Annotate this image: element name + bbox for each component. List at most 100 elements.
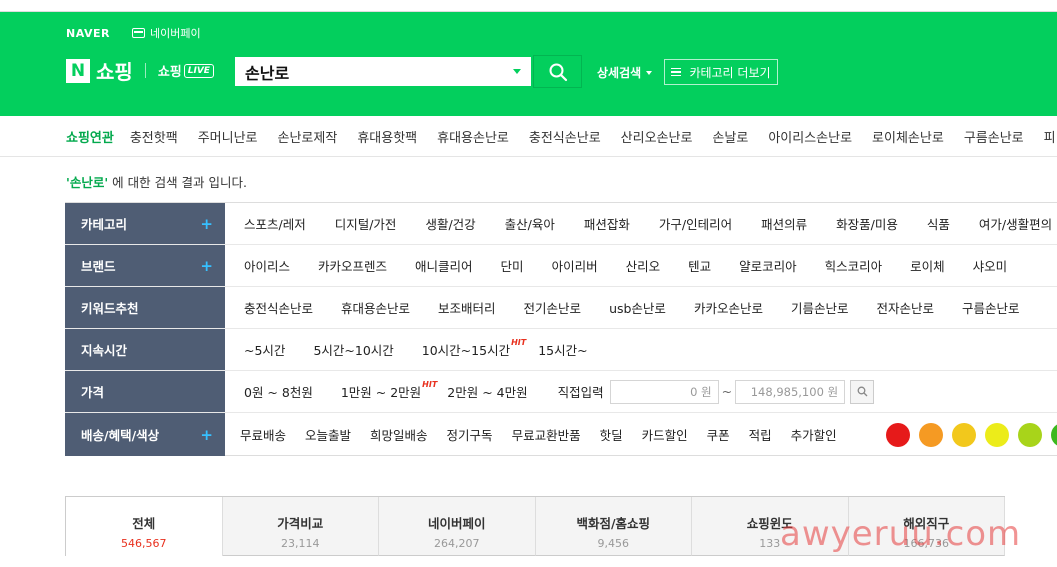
price-min-input[interactable]: 0 원 xyxy=(609,379,719,404)
naver-logo[interactable]: NAVER xyxy=(66,27,110,40)
benefit-option[interactable]: 카드할인 xyxy=(642,425,688,444)
brand-option[interactable]: 아이리버 xyxy=(552,256,598,275)
brand-option[interactable]: 카카오프렌즈 xyxy=(318,256,387,275)
tab-count: 546,567 xyxy=(121,537,167,550)
benefit-option[interactable]: 쿠폰 xyxy=(707,425,730,444)
global-nav: NAVER 네이버페이 xyxy=(66,25,201,41)
tab-label: 해외직구 xyxy=(903,516,950,531)
color-swatch[interactable] xyxy=(984,422,1009,447)
related-item[interactable]: 휴대용핫팩 xyxy=(357,127,417,146)
plus-icon[interactable]: + xyxy=(200,215,213,233)
keyword-option[interactable]: 전기손난로 xyxy=(524,298,582,317)
category-option[interactable]: 출산/육아 xyxy=(505,214,555,233)
tab-department-store[interactable]: 백화점/홈쇼핑 9,456 xyxy=(535,497,692,556)
related-item[interactable]: 아이리스손난로 xyxy=(768,127,852,146)
related-item[interactable]: 구름손난로 xyxy=(964,127,1024,146)
benefit-option[interactable]: 추가할인 xyxy=(791,425,837,444)
price-search-button[interactable] xyxy=(850,379,875,404)
brand-option[interactable]: 아이리스 xyxy=(244,256,290,275)
naverpay-link[interactable]: 네이버페이 xyxy=(131,25,201,41)
price-direct-label: 직접입력 xyxy=(557,385,604,400)
color-swatch[interactable] xyxy=(1017,422,1042,447)
category-option[interactable]: 여가/생활편의 xyxy=(979,214,1052,233)
tab-price-compare[interactable]: 가격비교 23,114 xyxy=(222,497,379,556)
tab-naverpay[interactable]: 네이버페이 264,207 xyxy=(379,497,536,556)
color-swatch[interactable] xyxy=(951,422,976,447)
filter-title[interactable]: 브랜드 + xyxy=(65,245,225,286)
tab-shopping-window[interactable]: 쇼핑윈도 133 xyxy=(692,497,849,556)
category-option[interactable]: 화장품/미용 xyxy=(836,214,898,233)
shopping-logo[interactable]: N 쇼핑 쇼핑 LIVE xyxy=(66,56,214,85)
price-option[interactable]: 0원 ~ 8천원 xyxy=(244,382,313,401)
search-box xyxy=(233,55,533,88)
benefit-option[interactable]: 오늘출발 xyxy=(305,425,351,444)
keyword-option[interactable]: 카카오손난로 xyxy=(694,298,763,317)
filter-title: 키워드추천 xyxy=(65,287,225,328)
category-option[interactable]: 스포츠/레저 xyxy=(244,214,306,233)
category-option[interactable]: 생활/건강 xyxy=(425,214,475,233)
brand-option[interactable]: 로이체 xyxy=(910,256,945,275)
color-swatch[interactable] xyxy=(918,422,943,447)
browser-top-strip xyxy=(0,0,1057,12)
tab-overseas[interactable]: 해외직구 166,736 xyxy=(848,497,1005,556)
duration-option[interactable]: 10시간~15시간 HIT xyxy=(422,338,526,359)
category-option[interactable]: 디지털/가전 xyxy=(335,214,397,233)
benefit-option[interactable]: 적립 xyxy=(749,425,772,444)
keyword-option[interactable]: 보조배터리 xyxy=(438,298,496,317)
duration-option[interactable]: 5시간~10시간 xyxy=(313,340,393,359)
related-item[interactable]: 충전식손난로 xyxy=(529,127,601,146)
related-item[interactable]: 충전핫팩 xyxy=(130,127,178,146)
price-option[interactable]: 1만원 ~ 2만원 HIT xyxy=(341,380,437,401)
brand-option[interactable]: 단미 xyxy=(501,256,524,275)
benefit-option[interactable]: 정기구독 xyxy=(447,425,493,444)
price-option[interactable]: 2만원 ~ 4만원 xyxy=(447,382,527,401)
category-option[interactable]: 가구/인테리어 xyxy=(659,214,732,233)
related-item[interactable]: 휴대용손난로 xyxy=(437,127,509,146)
brand-option[interactable]: 산리오 xyxy=(626,256,661,275)
duration-option[interactable]: 15시간~ xyxy=(538,340,587,359)
brand-option[interactable]: 애니클리어 xyxy=(415,256,473,275)
category-option[interactable]: 패션잡화 xyxy=(584,214,630,233)
color-swatch[interactable] xyxy=(1050,422,1057,447)
plus-icon[interactable]: + xyxy=(200,257,213,275)
duration-option[interactable]: ~5시간 xyxy=(244,340,285,359)
related-item[interactable]: 손날로 xyxy=(712,127,748,146)
color-swatch[interactable] xyxy=(885,422,910,447)
benefit-option[interactable]: 희망일배송 xyxy=(370,425,428,444)
related-item[interactable]: 산리오손난로 xyxy=(621,127,693,146)
keyword-option[interactable]: usb손난로 xyxy=(609,298,666,317)
brand-option[interactable]: 얄로코리아 xyxy=(739,256,797,275)
category-option[interactable]: 패션의류 xyxy=(761,214,807,233)
keyword-option[interactable]: 충전식손난로 xyxy=(244,298,313,317)
keyword-option[interactable]: 전자손난로 xyxy=(876,298,934,317)
filter-title[interactable]: 카테고리 + xyxy=(65,203,225,244)
shopping-live-link[interactable]: 쇼핑 xyxy=(158,61,182,80)
related-item[interactable]: 로이체손난로 xyxy=(872,127,944,146)
price-max-input[interactable]: 148,985,100 원 xyxy=(735,379,846,404)
benefit-option[interactable]: 무료배송 xyxy=(240,425,286,444)
keyword-option[interactable]: 기름손난로 xyxy=(791,298,849,317)
related-item[interactable]: 주머니난로 xyxy=(198,127,258,146)
filter-row-price: 가격 0원 ~ 8천원 1만원 ~ 2만원 HIT 2만원 ~ 4만원 직접입력 … xyxy=(65,371,1057,413)
benefit-option[interactable]: 핫딜 xyxy=(600,425,623,444)
keyword-option[interactable]: 구름손난로 xyxy=(962,298,1020,317)
search-input[interactable] xyxy=(235,57,495,86)
category-more-button[interactable]: 카테고리 더보기 xyxy=(664,59,778,85)
tab-count: 133 xyxy=(759,537,781,550)
brand-option[interactable]: 텐교 xyxy=(688,256,711,275)
category-option[interactable]: 식품 xyxy=(927,214,950,233)
tab-all[interactable]: 전체 546,567 xyxy=(65,497,223,556)
tab-label: 네이버페이 xyxy=(427,516,486,531)
plus-icon[interactable]: + xyxy=(200,426,213,444)
search-button[interactable] xyxy=(533,55,582,88)
benefit-option[interactable]: 무료교환반품 xyxy=(512,425,581,444)
brand-option[interactable]: 힉스코리아 xyxy=(825,256,883,275)
filter-title[interactable]: 배송/혜택/색상 + xyxy=(65,413,225,456)
related-item[interactable]: 피... xyxy=(1044,127,1057,146)
keyword-option[interactable]: 휴대용손난로 xyxy=(341,298,410,317)
brand-option[interactable]: 샤오미 xyxy=(973,256,1008,275)
filter-row-duration: 지속시간 ~5시간 5시간~10시간 10시간~15시간 HIT 15시간~ xyxy=(65,329,1057,371)
advanced-search-button[interactable]: 상세검색 xyxy=(597,64,653,81)
autocomplete-toggle-icon[interactable] xyxy=(513,69,521,74)
related-item[interactable]: 손난로제작 xyxy=(278,127,338,146)
